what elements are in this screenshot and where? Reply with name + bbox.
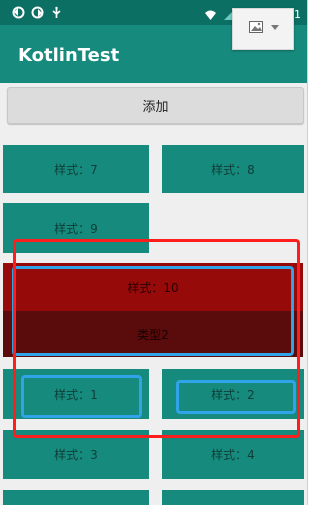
add-button[interactable]: 添加: [7, 87, 304, 124]
grid-item-8[interactable]: 样式：8: [162, 145, 304, 193]
usb-icon: [50, 6, 63, 19]
sync-icon: [31, 6, 44, 19]
grid-item-7[interactable]: 样式：7: [3, 145, 149, 193]
phone-screen: 上午3:1 KotlinTest 添加 样式：7 样式：8 样式：9 样式：10…: [0, 0, 308, 505]
grid-item-partial-right[interactable]: [162, 490, 304, 505]
grid-item-4-label: 样式：4: [211, 448, 255, 462]
image-icon: [249, 21, 263, 33]
grid-item-3-label: 样式：3: [54, 448, 98, 462]
grid-item-8-label: 样式：8: [211, 162, 255, 177]
grid-item-7-label: 样式：7: [54, 162, 98, 177]
grid-item-partial-left[interactable]: [3, 490, 149, 505]
wifi-icon: [204, 8, 217, 21]
app-title: KotlinTest: [18, 45, 120, 66]
grid-item-9-label: 样式：9: [54, 221, 98, 236]
status-left-icons: [12, 6, 63, 19]
image-picker-overlay[interactable]: [232, 8, 294, 50]
add-button-label: 添加: [142, 100, 169, 115]
red-highlight-box: [13, 239, 300, 438]
chevron-down-icon[interactable]: [271, 25, 279, 30]
sync-icon: [12, 6, 25, 19]
